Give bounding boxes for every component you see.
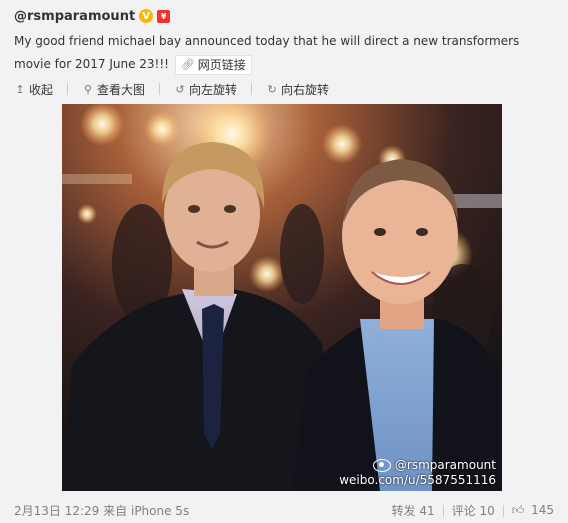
arrow-up-icon: ↥ xyxy=(15,82,25,96)
post-meta: 2月13日 12:29 来自 iPhone 5s xyxy=(14,502,189,519)
rotate-left-label: 向左旋转 xyxy=(189,82,238,97)
watermark-url: weibo.com/u/5587551116 xyxy=(339,473,496,487)
toolbar-divider xyxy=(159,83,161,95)
photo-watermark: @rsmparamount weibo.com/u/5587551116 xyxy=(339,458,496,488)
action-divider xyxy=(502,504,504,517)
thumbs-up-icon: 👍︎ xyxy=(511,503,525,517)
post-photo[interactable]: @rsmparamount weibo.com/u/5587551116 xyxy=(62,104,502,491)
rotate-left-button[interactable]: ↺ 向左旋转 xyxy=(174,81,237,98)
comment-button[interactable]: 评论 10 xyxy=(452,502,495,519)
repost-button[interactable]: 转发 41 xyxy=(391,502,434,519)
post-actions: 转发 41 评论 10 👍︎ 145 xyxy=(391,502,554,519)
rotate-right-label: 向右旋转 xyxy=(281,82,330,97)
repost-count: 41 xyxy=(419,504,435,518)
post-header: @rsmparamount V ¥ xyxy=(14,5,171,27)
photo-illustration xyxy=(62,104,502,491)
post-timestamp[interactable]: 2月13日 12:29 xyxy=(14,504,99,518)
rotate-right-button[interactable]: ↻ 向右旋转 xyxy=(266,81,329,98)
repost-label: 转发 xyxy=(391,504,416,518)
weibo-post-card: @rsmparamount V ¥ My good friend michael… xyxy=(0,0,568,523)
toolbar-divider xyxy=(67,83,69,95)
view-large-label: 查看大图 xyxy=(97,82,146,97)
toolbar-divider xyxy=(251,83,253,95)
rotate-left-icon: ↺ xyxy=(175,82,185,96)
red-envelope-icon[interactable]: ¥ xyxy=(157,9,171,23)
action-divider xyxy=(442,504,444,517)
view-large-button[interactable]: ⚲ 查看大图 xyxy=(82,81,145,98)
post-body: My good friend michael bay announced tod… xyxy=(14,34,520,71)
weibo-logo-icon xyxy=(372,459,391,472)
username-link[interactable]: @rsmparamount xyxy=(14,9,135,24)
web-link-button[interactable]: 🔗︎ 网页链接 xyxy=(174,54,252,75)
post-footer: 2月13日 12:29 来自 iPhone 5s 转发 41 评论 10 👍︎ … xyxy=(14,500,554,520)
watermark-handle: @rsmparamount xyxy=(394,458,496,472)
collapse-button[interactable]: ↥ 收起 xyxy=(14,81,53,98)
verified-icon[interactable]: V xyxy=(139,9,154,23)
image-toolbar: ↥ 收起 ⚲ 查看大图 ↺ 向左旋转 ↻ 向右旋转 xyxy=(14,80,343,98)
comment-label: 评论 xyxy=(451,504,476,518)
like-count: 145 xyxy=(531,503,554,517)
link-icon: 🔗︎ xyxy=(180,57,195,71)
rotate-right-icon: ↻ xyxy=(267,82,277,96)
magnifier-icon: ⚲ xyxy=(83,82,93,96)
web-link-label: 网页链接 xyxy=(197,57,246,72)
source-prefix: 来自 xyxy=(103,504,128,518)
post-text-block: My good friend michael bay announced tod… xyxy=(14,30,559,76)
like-button[interactable]: 👍︎ 145 xyxy=(512,503,554,518)
comment-count: 10 xyxy=(479,504,495,518)
post-source[interactable]: iPhone 5s xyxy=(131,504,189,518)
collapse-label: 收起 xyxy=(29,82,54,97)
